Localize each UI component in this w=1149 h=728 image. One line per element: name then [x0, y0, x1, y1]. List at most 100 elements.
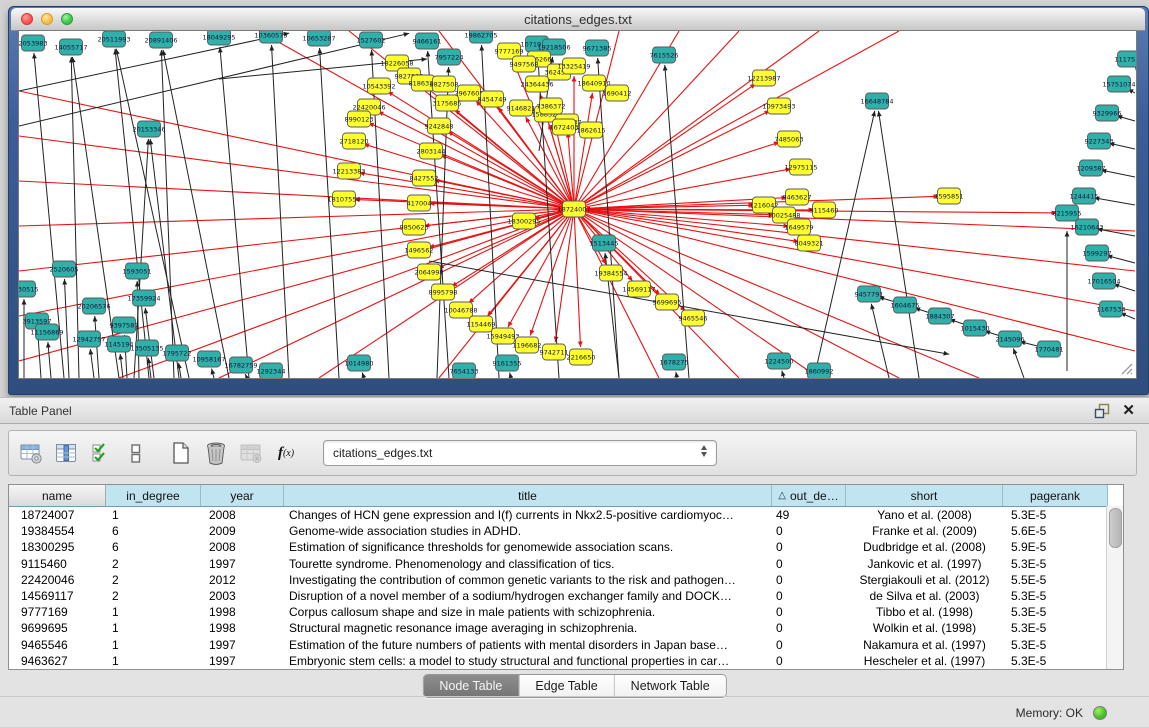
graph-node-yellow[interactable] — [433, 76, 456, 92]
graph-node-yellow[interactable] — [768, 98, 791, 114]
table-cell[interactable]: Hescheler et al. (1997) — [846, 653, 1003, 669]
table-cell[interactable]: 1998 — [201, 604, 284, 620]
table-cell[interactable]: Structural magnetic resonance image aver… — [284, 620, 772, 636]
table-cell[interactable]: 2 — [106, 572, 201, 588]
table-cell[interactable]: 1 — [106, 653, 201, 669]
graph-node-teal[interactable] — [166, 345, 189, 361]
table-cell[interactable]: 5.3E-5 — [1003, 653, 1108, 669]
graph-node-teal[interactable] — [858, 286, 881, 302]
graph-node-teal[interactable] — [929, 308, 952, 324]
table-cell[interactable]: 5.3E-5 — [1003, 604, 1108, 620]
graph-node-yellow[interactable] — [450, 302, 473, 318]
table-cell[interactable]: 5.3E-5 — [1003, 507, 1108, 523]
graph-node-yellow[interactable] — [563, 58, 586, 74]
citation-network-graph[interactable]: 2053983140557172051199320891406180492951… — [19, 31, 1137, 379]
table-cell[interactable]: 2003 — [201, 588, 284, 604]
table-cell[interactable]: 1 — [106, 604, 201, 620]
graph-node-teal[interactable] — [53, 261, 76, 277]
graph-node-yellow[interactable] — [682, 310, 705, 326]
black-edge[interactable] — [64, 279, 69, 378]
graph-node-yellow[interactable] — [570, 349, 593, 365]
table-cell[interactable]: 0 — [772, 572, 846, 588]
graph-node-teal[interactable] — [260, 31, 283, 43]
graph-node-yellow[interactable] — [343, 133, 366, 149]
table-cell[interactable]: 0 — [772, 523, 846, 539]
graph-node-teal[interactable] — [964, 320, 987, 336]
graph-node-teal[interactable] — [36, 324, 59, 340]
red-edge[interactable] — [19, 136, 574, 209]
network-window-titlebar[interactable]: citations_edges.txt — [11, 8, 1145, 31]
select-all-icon[interactable] — [89, 441, 113, 465]
graph-node-yellow[interactable] — [786, 189, 809, 205]
black-edge[interactable] — [824, 378, 825, 379]
table-cell[interactable]: 2 — [106, 556, 201, 572]
black-edge[interactable] — [598, 58, 619, 378]
column-header-year[interactable]: year — [201, 485, 284, 506]
graph-node-teal[interactable] — [133, 290, 156, 306]
table-cell[interactable]: 0 — [772, 637, 846, 653]
graph-node-yellow[interactable] — [606, 85, 629, 101]
red-edge[interactable] — [438, 209, 574, 268]
table-cell[interactable]: 9699695 — [9, 620, 106, 636]
table-cell[interactable]: Estimation of the future numbers of pati… — [284, 637, 772, 653]
table-cell[interactable]: Dudbridge et al. (2008) — [846, 539, 1003, 555]
table-cell[interactable]: 0 — [772, 539, 846, 555]
table-cell[interactable]: 5.3E-5 — [1003, 620, 1108, 636]
graph-node-teal[interactable] — [198, 351, 221, 367]
table-row[interactable]: 1872400712008Changes of HCN gene express… — [9, 507, 1123, 523]
graph-node-teal[interactable] — [1108, 76, 1131, 92]
graph-node-teal[interactable] — [230, 357, 253, 373]
graph-node-yellow[interactable] — [583, 75, 606, 91]
table-cell[interactable]: Tibbo et al. (1998) — [846, 604, 1003, 620]
table-cell[interactable]: 6 — [106, 539, 201, 555]
table-cell[interactable]: 5.3E-5 — [1003, 637, 1108, 653]
table-cell[interactable]: 0 — [772, 653, 846, 669]
close-panel-icon[interactable]: ✕ — [1122, 403, 1135, 418]
table-cell[interactable]: 1 — [106, 507, 201, 523]
column-header-pagerank[interactable]: pagerank — [1003, 485, 1108, 506]
graph-node-teal[interactable] — [260, 363, 283, 379]
graph-node-yellow[interactable] — [788, 219, 811, 235]
graph-node-teal[interactable] — [1093, 273, 1116, 289]
table-row[interactable]: 977716911998Corpus callosum shape and si… — [9, 604, 1123, 620]
graph-node-teal[interactable] — [1096, 105, 1119, 121]
graph-node-teal[interactable] — [663, 354, 686, 370]
table-cell[interactable]: 6 — [106, 523, 201, 539]
table-cell[interactable]: Changes of HCN gene expression and I(f) … — [284, 507, 772, 523]
graph-node-teal[interactable] — [470, 31, 493, 43]
table-cell[interactable]: 49 — [772, 507, 846, 523]
graph-node-teal[interactable] — [453, 363, 476, 379]
column-header-title[interactable]: title — [284, 485, 772, 506]
table-cell[interactable]: 0 — [772, 620, 846, 636]
table-cell[interactable]: Genome-wide association studies in ADHD. — [284, 523, 772, 539]
graph-node-yellow[interactable] — [563, 201, 586, 217]
graph-node-yellow[interactable] — [492, 328, 515, 344]
graph-node-teal[interactable] — [438, 49, 461, 65]
network-canvas[interactable]: 2053983140557172051199320891406180492951… — [18, 30, 1137, 379]
new-document-icon[interactable] — [169, 441, 193, 465]
graph-node-teal[interactable] — [150, 32, 173, 48]
table-row[interactable]: 1938455462009Genome-wide association stu… — [9, 523, 1123, 539]
memory-status-indicator[interactable] — [1093, 706, 1107, 720]
black-edge[interactable] — [469, 378, 470, 379]
red-edge[interactable] — [574, 209, 1135, 351]
tab-network-table[interactable]: Network Table — [615, 675, 726, 697]
table-cell[interactable]: 19384554 — [9, 523, 106, 539]
graph-node-teal[interactable] — [894, 297, 917, 313]
graph-node-teal[interactable] — [1076, 219, 1099, 235]
graph-node-yellow[interactable] — [413, 170, 436, 186]
graph-node-yellow[interactable] — [470, 316, 493, 332]
table-cell[interactable]: 5.3E-5 — [1003, 556, 1108, 572]
graph-node-yellow[interactable] — [458, 85, 481, 101]
table-cell[interactable]: Disruption of a novel member of a sodium… — [284, 588, 772, 604]
table-cell[interactable]: 5.6E-5 — [1003, 523, 1108, 539]
table-cell[interactable]: 9777169 — [9, 604, 106, 620]
graph-node-yellow[interactable] — [813, 202, 836, 218]
table-cell[interactable]: 14569117 — [9, 588, 106, 604]
tab-node-table[interactable]: Node Table — [423, 675, 519, 697]
graph-node-yellow[interactable] — [526, 76, 549, 92]
table-cell[interactable]: 1 — [106, 620, 201, 636]
table-row[interactable]: 2242004622012Investigating the contribut… — [9, 572, 1123, 588]
graph-node-teal[interactable] — [768, 353, 791, 369]
table-cell[interactable]: 22420046 — [9, 572, 106, 588]
